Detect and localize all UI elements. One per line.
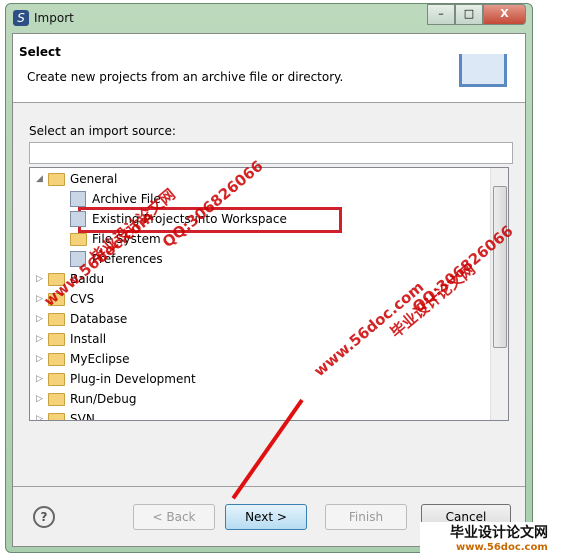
tree-item[interactable]: ▷ Plug-in Development xyxy=(36,369,196,389)
folder-icon xyxy=(48,172,65,186)
folder-icon xyxy=(48,312,65,326)
tree-item-label: Run/Debug xyxy=(70,392,137,406)
expand-icon[interactable]: ▷ xyxy=(36,369,48,389)
import-wizard-icon xyxy=(459,54,507,87)
tree-item[interactable]: ▷ Install xyxy=(36,329,106,349)
folder-icon xyxy=(48,392,65,406)
folder-icon xyxy=(70,232,87,246)
vertical-scrollbar[interactable] xyxy=(490,168,508,420)
tree-item-label: Database xyxy=(70,312,128,326)
page-title: Select xyxy=(19,45,61,59)
tree-item[interactable]: ▷ Database xyxy=(36,309,127,329)
tree-item[interactable]: ◢ General xyxy=(36,169,117,189)
window-title: Import xyxy=(34,11,74,25)
expand-icon[interactable]: ▷ xyxy=(36,389,48,409)
wizard-header: Select Create new projects from an archi… xyxy=(13,34,525,103)
folder-icon xyxy=(48,372,65,386)
project-folder-icon xyxy=(70,211,86,227)
tree-item[interactable]: ▷ MyEclipse xyxy=(36,349,130,369)
expand-icon[interactable]: ▷ xyxy=(36,269,48,289)
tree-item-label: SVN xyxy=(70,412,95,421)
finish-button[interactable]: Finish xyxy=(325,504,407,530)
site-logo: 毕业设计论文网 www.56doc.com xyxy=(420,522,576,554)
archive-icon xyxy=(70,191,86,207)
tree-item[interactable]: ▷ Run/Debug xyxy=(36,389,137,409)
page-description: Create new projects from an archive file… xyxy=(27,70,344,84)
tree-item-label: CVS xyxy=(70,292,95,306)
expand-icon[interactable]: ▷ xyxy=(36,409,48,420)
tree-item-label: Install xyxy=(70,332,107,346)
next-button[interactable]: Next > xyxy=(225,504,307,530)
collapse-icon[interactable]: ◢ xyxy=(36,169,48,189)
close-button[interactable]: X xyxy=(483,4,526,25)
import-source-label: Select an import source: xyxy=(29,124,176,138)
maximize-button[interactable]: □ xyxy=(455,4,483,25)
expand-icon[interactable]: ▷ xyxy=(36,309,48,329)
back-button[interactable]: < Back xyxy=(133,504,215,530)
tree-item-label: MyEclipse xyxy=(70,352,130,366)
minimize-button[interactable]: – xyxy=(427,4,455,25)
help-icon[interactable]: ? xyxy=(33,506,55,528)
scrollbar-thumb[interactable] xyxy=(493,186,507,348)
tree-item-label: Plug-in Development xyxy=(70,372,196,386)
expand-icon[interactable]: ▷ xyxy=(36,349,48,369)
expand-icon[interactable]: ▷ xyxy=(36,329,48,349)
separator xyxy=(13,486,525,487)
folder-icon xyxy=(48,332,65,346)
folder-icon xyxy=(48,412,65,420)
filter-input[interactable] xyxy=(29,142,513,164)
folder-icon xyxy=(48,352,65,366)
tree-item[interactable]: ▷ SVN xyxy=(36,409,95,421)
eclipse-icon: S xyxy=(13,10,29,26)
tree-item-label: General xyxy=(70,172,118,186)
